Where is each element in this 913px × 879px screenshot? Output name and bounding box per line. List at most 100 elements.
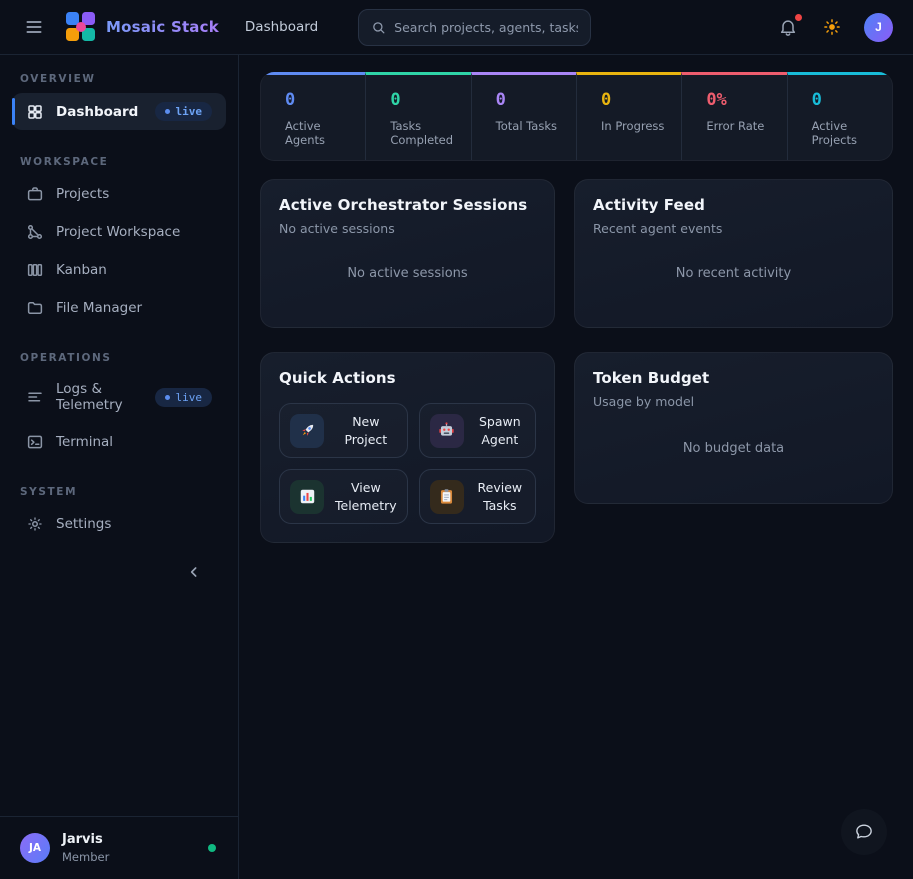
stat-value: 0% [706, 90, 778, 110]
card-title: Active Orchestrator Sessions [279, 196, 536, 214]
sessions-card: Active Orchestrator Sessions No active s… [260, 179, 555, 328]
brand-logo[interactable] [66, 12, 96, 42]
clipboard-icon [430, 480, 464, 514]
stat-active-agents: 0 Active Agents [261, 72, 365, 160]
global-search[interactable] [358, 9, 591, 46]
stat-active-projects: 0 Active Projects [787, 72, 892, 160]
sun-icon [822, 17, 842, 37]
card-subtitle: Usage by model [593, 394, 874, 409]
folder-icon [26, 299, 44, 317]
brand-name: Mosaic Stack [106, 18, 219, 36]
new-project-button[interactable]: New Project [279, 403, 408, 458]
section-workspace: WORKSPACE [20, 156, 218, 168]
stat-label: Tasks Completed [390, 119, 462, 147]
section-operations: OPERATIONS [20, 352, 218, 364]
review-tasks-button[interactable]: Review Tasks [419, 469, 536, 524]
chat-bubble-icon [853, 821, 875, 843]
top-header: Mosaic Stack Dashboard J [0, 0, 913, 55]
sidebar-item-label: Project Workspace [56, 224, 180, 240]
settings-icon [26, 515, 44, 533]
sidebar-item-kanban[interactable]: Kanban [12, 252, 226, 288]
sidebar-item-label: Kanban [56, 262, 107, 278]
card-title: Activity Feed [593, 196, 874, 214]
stat-value: 0 [390, 90, 462, 110]
sidebar-item-label: File Manager [56, 300, 142, 316]
stat-value: 0 [285, 90, 357, 110]
sidebar-item-settings[interactable]: Settings [12, 506, 226, 542]
stat-label: Active Agents [285, 119, 357, 147]
sidebar-item-label: Dashboard [56, 104, 138, 120]
stat-label: Active Projects [812, 119, 884, 147]
robot-icon [430, 414, 464, 448]
sidebar-item-logs-telemetry[interactable]: Logs & Telemetry live [12, 372, 226, 422]
terminal-icon [26, 433, 44, 451]
action-label: New Project [335, 413, 397, 448]
search-icon [371, 20, 386, 35]
stat-label: Error Rate [706, 119, 778, 133]
sidebar-item-project-workspace[interactable]: Project Workspace [12, 214, 226, 250]
header-actions: J [776, 13, 893, 42]
logs-icon [26, 388, 44, 406]
dashboard-cards: Active Orchestrator Sessions No active s… [260, 179, 893, 543]
briefcase-icon [26, 185, 44, 203]
empty-state: No active sessions [279, 236, 536, 311]
quick-actions-card: Quick Actions New Project Spawn Agent [260, 352, 555, 543]
action-label: Spawn Agent [475, 413, 525, 448]
sidebar-collapse-button[interactable] [182, 560, 206, 584]
workflow-icon [26, 223, 44, 241]
user-avatar[interactable]: J [864, 13, 893, 42]
sidebar-item-file-manager[interactable]: File Manager [12, 290, 226, 326]
section-overview: OVERVIEW [20, 73, 218, 85]
stat-label: In Progress [601, 119, 673, 133]
stat-label: Total Tasks [496, 119, 568, 133]
stat-value: 0 [812, 90, 884, 110]
action-label: Review Tasks [475, 479, 525, 514]
activity-feed-card: Activity Feed Recent agent events No rec… [574, 179, 893, 328]
sidebar-nav: OVERVIEW Dashboard live WORKSPACE Projec… [12, 69, 226, 544]
live-dot [165, 395, 170, 400]
main-content: 0 Active Agents 0 Tasks Completed 0 Tota… [239, 55, 913, 879]
action-label: View Telemetry [335, 479, 397, 514]
search-input[interactable] [394, 20, 578, 35]
sidebar-item-label: Projects [56, 186, 109, 202]
card-subtitle: Recent agent events [593, 221, 874, 236]
sidebar: OVERVIEW Dashboard live WORKSPACE Projec… [0, 55, 239, 879]
bell-icon [778, 17, 798, 37]
empty-state: No recent activity [593, 236, 874, 311]
notification-dot [795, 14, 802, 21]
stat-in-progress: 0 In Progress [576, 72, 681, 160]
sidebar-item-projects[interactable]: Projects [12, 176, 226, 212]
online-status-dot [208, 844, 216, 852]
logo-center-dot [76, 22, 86, 32]
hamburger-icon [24, 17, 44, 37]
sidebar-item-label: Logs & Telemetry [56, 381, 143, 413]
theme-toggle-button[interactable] [820, 15, 844, 39]
bar-chart-icon [290, 480, 324, 514]
stat-value: 0 [496, 90, 568, 110]
empty-state: No budget data [593, 409, 874, 487]
user-card[interactable]: JA Jarvis Member [0, 816, 238, 879]
stat-total-tasks: 0 Total Tasks [471, 72, 576, 160]
stat-tasks-completed: 0 Tasks Completed [365, 72, 470, 160]
sidebar-item-terminal[interactable]: Terminal [12, 424, 226, 460]
grid-icon [26, 103, 44, 121]
card-subtitle: No active sessions [279, 221, 536, 236]
spawn-agent-button[interactable]: Spawn Agent [419, 403, 536, 458]
user-role: Member [62, 850, 109, 864]
menu-toggle-button[interactable] [20, 13, 48, 41]
stat-value: 0 [601, 90, 673, 110]
section-system: SYSTEM [20, 486, 218, 498]
view-telemetry-button[interactable]: View Telemetry [279, 469, 408, 524]
live-dot [165, 109, 170, 114]
sidebar-item-label: Settings [56, 516, 111, 532]
sidebar-item-dashboard[interactable]: Dashboard live [12, 93, 226, 130]
notifications-button[interactable] [776, 15, 800, 39]
card-title: Token Budget [593, 369, 874, 387]
user-card-avatar: JA [20, 833, 50, 863]
breadcrumb: Dashboard [245, 19, 318, 35]
kanban-icon [26, 261, 44, 279]
card-title: Quick Actions [279, 369, 536, 387]
stat-error-rate: 0% Error Rate [681, 72, 786, 160]
chat-button[interactable] [841, 809, 887, 855]
token-budget-card: Token Budget Usage by model No budget da… [574, 352, 893, 504]
